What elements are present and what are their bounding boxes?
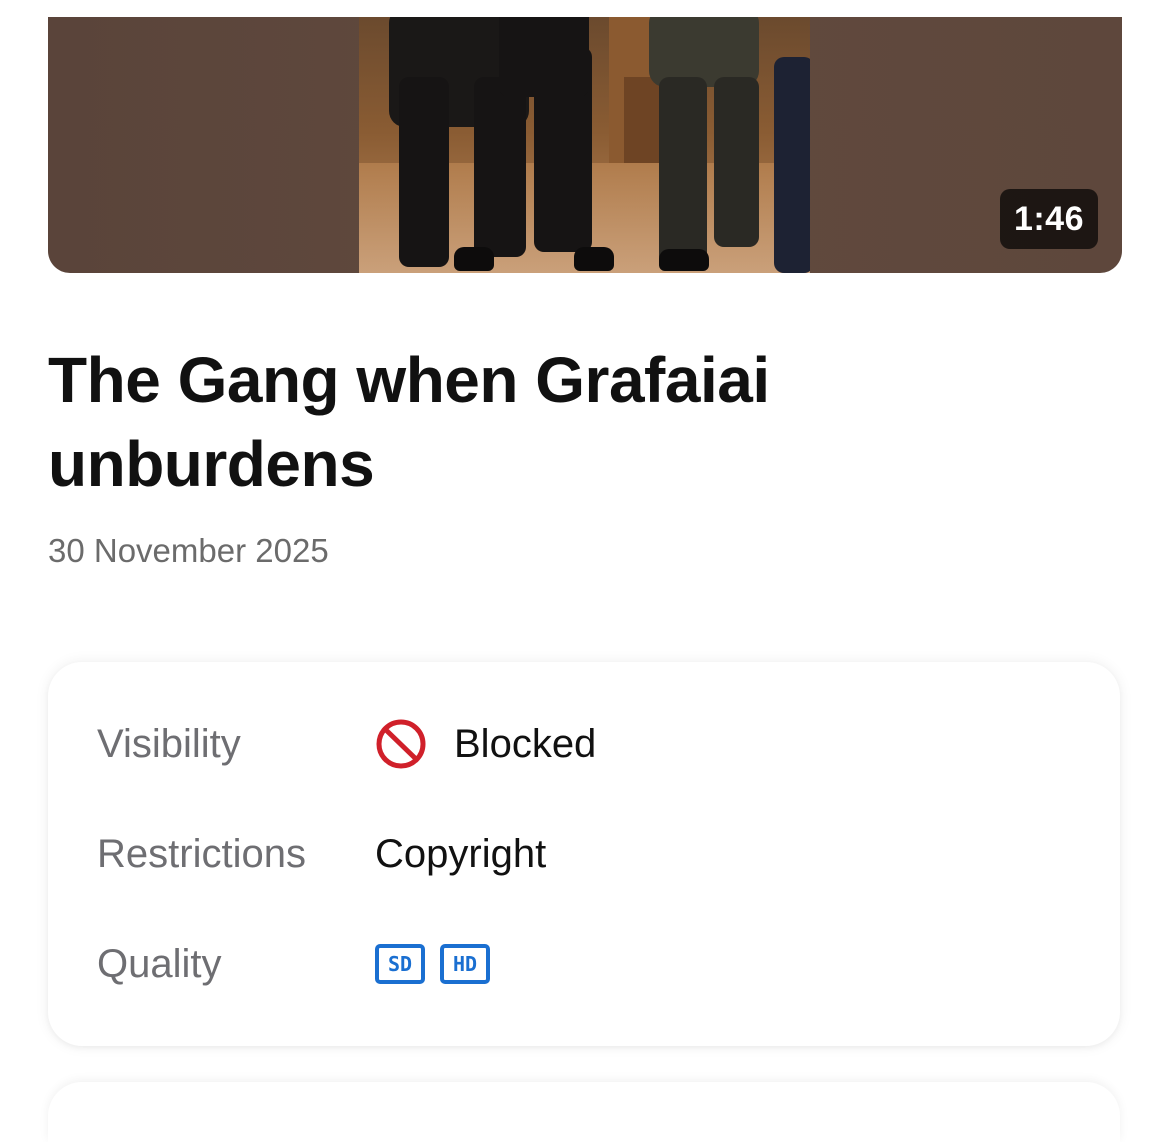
video-thumbnail[interactable]: 1:46 [48, 17, 1122, 273]
quality-row: Quality SD HD [48, 934, 1120, 994]
restrictions-value: Copyright [375, 832, 547, 876]
details-card: Visibility Blocked Restrictions Copyrigh… [48, 662, 1120, 1046]
video-date: 30 November 2025 [48, 532, 329, 569]
restrictions-row: Restrictions Copyright [48, 824, 1120, 884]
thumbnail-image [359, 17, 810, 273]
blocked-icon [376, 719, 426, 769]
quality-value: SD HD [375, 944, 505, 984]
visibility-row: Visibility Blocked [48, 714, 1120, 774]
restrictions-label: Restrictions [97, 832, 306, 876]
quality-label: Quality [97, 942, 222, 986]
duration-badge: 1:46 [999, 189, 1098, 249]
visibility-value: Blocked [375, 714, 596, 774]
sd-badge-icon: SD [375, 944, 425, 984]
visibility-text: Blocked [454, 722, 597, 766]
video-title: The Gang when Grafaiai unburdens [48, 344, 770, 500]
hd-badge-icon: HD [440, 944, 490, 984]
visibility-label: Visibility [97, 722, 241, 766]
next-card [48, 1082, 1120, 1142]
